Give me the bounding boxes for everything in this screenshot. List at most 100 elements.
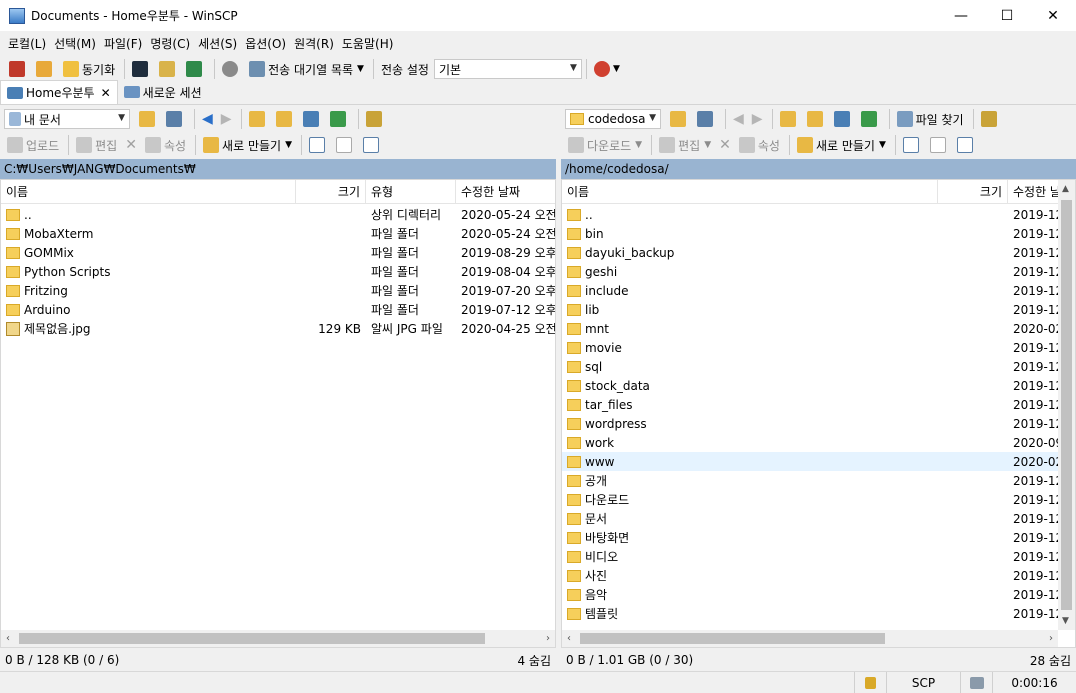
table-row[interactable]: work 2020-09	[562, 433, 1075, 452]
remote-col-modified[interactable]: 수정한 날짜	[1008, 180, 1060, 204]
table-row[interactable]: wordpress 2019-12	[562, 414, 1075, 433]
table-row[interactable]: 문서 2019-12	[562, 509, 1075, 528]
refresh-session-button[interactable]	[183, 58, 208, 80]
upload-button[interactable]: 업로드	[4, 134, 62, 156]
scrollbar-thumb[interactable]	[580, 633, 885, 644]
remote-filter-select-button[interactable]	[954, 134, 979, 156]
local-horizontal-scrollbar[interactable]: ‹ ›	[1, 630, 555, 647]
sync-browse-button[interactable]	[33, 58, 58, 80]
table-row[interactable]: Arduino 파일 폴더 2019-07-12 오후	[1, 300, 555, 319]
scroll-up-icon[interactable]: ▲	[1062, 184, 1069, 194]
remote-open-dir-button[interactable]	[667, 108, 692, 130]
table-row[interactable]: .. 상위 디렉터리 2020-05-24 오전	[1, 205, 555, 224]
open-terminal-button[interactable]	[129, 58, 154, 80]
table-row[interactable]: stock_data 2019-12	[562, 376, 1075, 395]
local-open-dir-button[interactable]	[136, 108, 161, 130]
remote-path-bar[interactable]: /home/codedosa/	[561, 159, 1076, 179]
scroll-right-icon[interactable]: ›	[1049, 633, 1053, 644]
scrollbar-thumb[interactable]	[1061, 200, 1072, 610]
download-button[interactable]: 다운로드 ▼	[565, 134, 645, 156]
local-location-dropdown[interactable]: 내 문서 ▼	[4, 109, 130, 129]
scroll-right-icon[interactable]: ›	[546, 633, 550, 644]
remote-location-dropdown[interactable]: codedosa ▼	[565, 109, 661, 129]
menu-remote[interactable]: 원격(R)	[290, 35, 338, 52]
remote-deselect-button[interactable]	[927, 134, 952, 156]
remote-forward-button[interactable]: ▶	[749, 108, 766, 130]
table-row[interactable]: mnt 2020-02	[562, 319, 1075, 338]
local-refresh-button[interactable]	[327, 108, 352, 130]
remote-home-button[interactable]	[831, 108, 856, 130]
menu-session[interactable]: 세션(S)	[194, 35, 241, 52]
putty-button[interactable]	[156, 58, 181, 80]
maximize-button[interactable]: ☐	[984, 0, 1030, 31]
remote-edit-button[interactable]: 편집 ▼	[656, 134, 714, 156]
local-select-all-button[interactable]	[306, 134, 331, 156]
local-deselect-button[interactable]	[333, 134, 358, 156]
table-row[interactable]: 제목없음.jpg 129 KB 알씨 JPG 파일 2020-04-25 오전	[1, 319, 555, 338]
local-properties-button[interactable]: 속성	[142, 134, 189, 156]
close-button[interactable]: ✕	[1030, 0, 1076, 31]
local-file-list[interactable]: 이름 크기 유형 수정한 날짜 .. 상위 디렉터리 2020-05-24 오전 Mo…	[0, 179, 556, 648]
table-row[interactable]: movie 2019-12	[562, 338, 1075, 357]
tab-close-icon[interactable]: ✕	[101, 86, 111, 100]
remote-parent-dir-button[interactable]	[777, 108, 802, 130]
local-home-button[interactable]	[300, 108, 325, 130]
table-row[interactable]: .. 2019-12	[562, 205, 1075, 224]
remote-filter-button[interactable]	[694, 108, 719, 130]
find-files-button[interactable]: 파일 찾기	[894, 108, 967, 130]
table-row[interactable]: 템플릿 2019-12	[562, 604, 1075, 623]
local-col-type[interactable]: 유형	[366, 179, 456, 204]
tab-new-session[interactable]: 새로운 세션	[118, 80, 208, 104]
table-row[interactable]: lib 2019-12	[562, 300, 1075, 319]
local-filter-button[interactable]	[163, 108, 188, 130]
local-tree-button[interactable]	[363, 108, 388, 130]
table-row[interactable]: 공개 2019-12	[562, 471, 1075, 490]
tab-session[interactable]: Home우분투 ✕	[0, 80, 118, 104]
remote-col-name[interactable]: 이름	[562, 179, 938, 204]
remote-select-all-button[interactable]	[900, 134, 925, 156]
compare-dirs-button[interactable]	[6, 58, 31, 80]
table-row[interactable]: 비디오 2019-12	[562, 547, 1075, 566]
menu-command[interactable]: 명령(C)	[146, 35, 194, 52]
remote-tree-button[interactable]	[978, 108, 1003, 130]
local-parent-dir-button[interactable]	[246, 108, 271, 130]
synchronize-button[interactable]: 동기화	[60, 58, 118, 80]
local-path-bar[interactable]: C:₩Users₩JANG₩Documents₩	[0, 159, 556, 179]
local-delete-button[interactable]: ✕	[122, 134, 140, 156]
remote-properties-button[interactable]: 속성	[736, 134, 783, 156]
remote-root-dir-button[interactable]	[804, 108, 829, 130]
local-back-button[interactable]: ◀	[199, 108, 216, 130]
table-row[interactable]: 바탕화면 2019-12	[562, 528, 1075, 547]
table-row[interactable]: 사진 2019-12	[562, 566, 1075, 585]
table-row[interactable]: bin 2019-12	[562, 224, 1075, 243]
remote-vertical-scrollbar[interactable]: ▲ ▼	[1058, 180, 1075, 630]
table-row[interactable]: 음악 2019-12	[562, 585, 1075, 604]
reconnect-button[interactable]: ▼	[591, 58, 623, 80]
local-col-modified[interactable]: 수정한 날짜	[456, 180, 555, 204]
table-row[interactable]: tar_files 2019-12	[562, 395, 1075, 414]
remote-file-list[interactable]: 이름 크기 수정한 날짜 ..2019-12bin2019-12dayuki_b…	[561, 179, 1076, 648]
scroll-left-icon[interactable]: ‹	[6, 633, 10, 644]
local-col-size[interactable]: 크기	[296, 179, 366, 204]
table-row[interactable]: GOMMix 파일 폴더 2019-08-29 오후	[1, 243, 555, 262]
table-row[interactable]: geshi 2019-12	[562, 262, 1075, 281]
table-row[interactable]: dayuki_backup 2019-12	[562, 243, 1075, 262]
queue-list-button[interactable]: 전송 대기열 목록 ▼	[246, 58, 367, 80]
table-row[interactable]: Python Scripts 파일 폴더 2019-08-04 오후	[1, 262, 555, 281]
menu-local[interactable]: 로컬(L)	[4, 35, 50, 52]
table-row[interactable]: www 2020-02	[562, 452, 1075, 471]
local-new-button[interactable]: 새로 만들기 ▼	[200, 134, 295, 156]
minimize-button[interactable]: —	[938, 0, 984, 31]
remote-delete-button[interactable]: ✕	[716, 134, 734, 156]
preferences-button[interactable]	[219, 58, 244, 80]
table-row[interactable]: 다운로드 2019-12	[562, 490, 1075, 509]
remote-col-size[interactable]: 크기	[938, 179, 1008, 204]
local-edit-button[interactable]: 편집	[73, 134, 120, 156]
local-root-dir-button[interactable]	[273, 108, 298, 130]
remote-back-button[interactable]: ◀	[730, 108, 747, 130]
remote-horizontal-scrollbar[interactable]: ‹ ›	[562, 630, 1058, 647]
local-filter-select-button[interactable]	[360, 134, 385, 156]
table-row[interactable]: include 2019-12	[562, 281, 1075, 300]
scrollbar-thumb[interactable]	[19, 633, 485, 644]
menu-options[interactable]: 옵션(O)	[241, 35, 290, 52]
